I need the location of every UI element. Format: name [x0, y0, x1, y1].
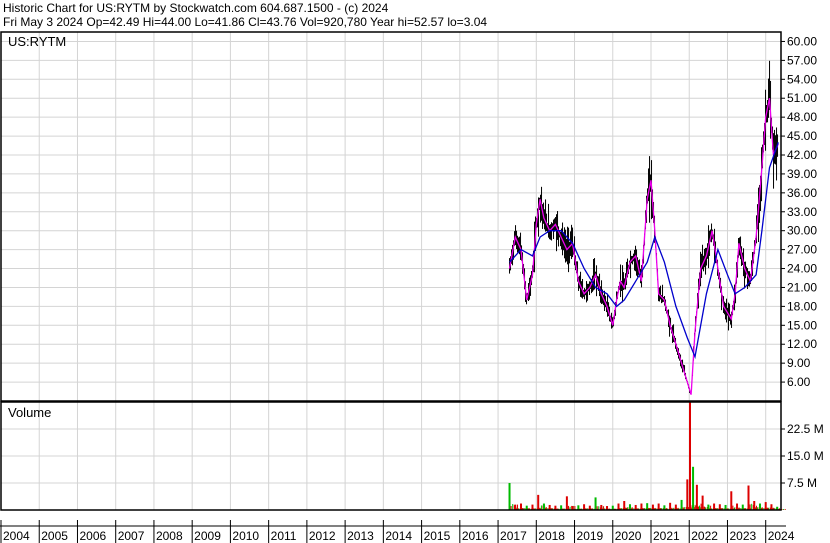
year-tick-label: 2018	[538, 529, 565, 543]
price-axis-ticks: 60.00 57.00 54.00 51.00 48.00 45.00 42.00 39.00…	[781, 34, 817, 389]
volume-bar	[623, 501, 626, 510]
symbol-label: US:RYTM	[8, 34, 66, 49]
volume-tick-label: 15.0 M	[787, 449, 824, 463]
year-tick-label: 2020	[615, 529, 642, 543]
year-tick-label: 2009	[194, 529, 221, 543]
price-tick-label: 12.00	[787, 337, 817, 351]
price-tick-label: 30.00	[787, 224, 817, 238]
volume-bar	[718, 504, 721, 510]
volume-bar	[531, 504, 534, 510]
price-panel-frame	[0, 31, 782, 402]
price-tick-label: 39.00	[787, 167, 817, 181]
price-tick-label: 24.00	[787, 262, 817, 276]
stock-chart: 60.00 57.00 54.00 51.00 48.00 45.00 42.00 39.00…	[0, 31, 824, 543]
volume-grid	[1, 402, 781, 510]
volume-tick-label: 7.5 M	[787, 476, 817, 490]
volume-bar	[548, 504, 551, 510]
volume-bar	[520, 503, 522, 510]
price-grid	[1, 32, 781, 401]
year-tick-label: 2011	[271, 529, 297, 543]
short-moving-average-line	[508, 98, 779, 395]
year-tick-label: 2005	[41, 529, 68, 543]
volume-bar	[669, 502, 672, 510]
volume-bar	[634, 504, 637, 510]
year-tick-label: 2022	[691, 529, 718, 543]
volume-label: Volume	[8, 405, 51, 420]
year-tick-label: 2010	[232, 529, 259, 543]
volume-bar	[628, 504, 631, 510]
volume-bar	[747, 485, 750, 510]
price-series	[508, 98, 779, 395]
year-tick-label: 2024	[768, 529, 795, 543]
volume-bar	[680, 499, 683, 510]
year-tick-label: 2004	[3, 529, 30, 543]
price-tick-label: 27.00	[787, 243, 817, 257]
volume-bar	[724, 504, 727, 510]
volume-bar	[689, 402, 691, 510]
price-tick-label: 57.00	[787, 53, 817, 67]
volume-bar	[640, 503, 643, 510]
volume-bar	[565, 496, 568, 510]
volume-bar	[758, 503, 761, 510]
price-tick-label: 36.00	[787, 186, 817, 200]
year-tick-label: 2014	[385, 529, 412, 543]
year-tick-label: 2012	[309, 529, 336, 543]
price-tick-label: 33.00	[787, 205, 817, 219]
year-tick-label: 2021	[653, 529, 680, 543]
volume-bar	[730, 491, 733, 510]
price-tick-label: 51.00	[787, 91, 817, 105]
volume-bar	[764, 502, 767, 510]
volume-bar	[542, 503, 545, 510]
volume-bar	[753, 501, 756, 510]
volume-bar	[657, 503, 660, 510]
volume-bar	[736, 503, 739, 510]
volume-bar	[695, 484, 698, 510]
year-tick-label: 2015	[424, 529, 451, 543]
volume-bar	[674, 504, 677, 510]
volume-tick-label: 22.5 M	[787, 422, 824, 436]
volume-bar	[651, 504, 654, 510]
volume-axis-ticks: 22.5 M 15.0 M 7.5 M	[781, 422, 824, 490]
volume-bar	[514, 504, 517, 510]
price-tick-label: 6.00	[787, 375, 811, 389]
year-tick-label: 2013	[347, 529, 374, 543]
price-tick-label: 42.00	[787, 148, 817, 162]
volume-bar	[508, 483, 511, 510]
volume-bar	[646, 503, 649, 510]
volume-bar	[583, 504, 586, 510]
price-tick-label: 9.00	[787, 356, 811, 370]
year-tick-label: 2019	[577, 529, 604, 543]
volume-bar	[594, 497, 597, 510]
year-tick-label: 2006	[79, 529, 106, 543]
price-tick-label: 60.00	[787, 34, 817, 48]
volume-bar	[713, 503, 716, 510]
price-tick-label: 18.00	[787, 299, 817, 313]
volume-bar	[701, 495, 704, 510]
price-tick-label: 54.00	[787, 72, 817, 86]
price-tick-label: 48.00	[787, 110, 817, 124]
year-axis-ticks: 2004 2005 2006 2007 2008 2009 2010 2011 2012 2013…	[0, 520, 795, 543]
price-tick-label: 15.00	[787, 318, 817, 332]
volume-bar	[537, 494, 540, 510]
year-tick-label: 2023	[729, 529, 756, 543]
volume-bar	[741, 504, 744, 510]
volume-bar	[686, 479, 689, 510]
year-tick-label: 2008	[156, 529, 183, 543]
volume-bar	[770, 504, 773, 510]
volume-bar	[600, 504, 603, 510]
year-tick-label: 2017	[500, 529, 527, 543]
price-tick-label: 45.00	[787, 129, 817, 143]
year-tick-label: 2016	[462, 529, 489, 543]
volume-bar	[617, 503, 620, 510]
price-tick-label: 21.00	[787, 280, 817, 294]
volume-bar	[707, 504, 710, 510]
volume-bar	[692, 466, 695, 510]
year-tick-label: 2007	[118, 529, 145, 543]
